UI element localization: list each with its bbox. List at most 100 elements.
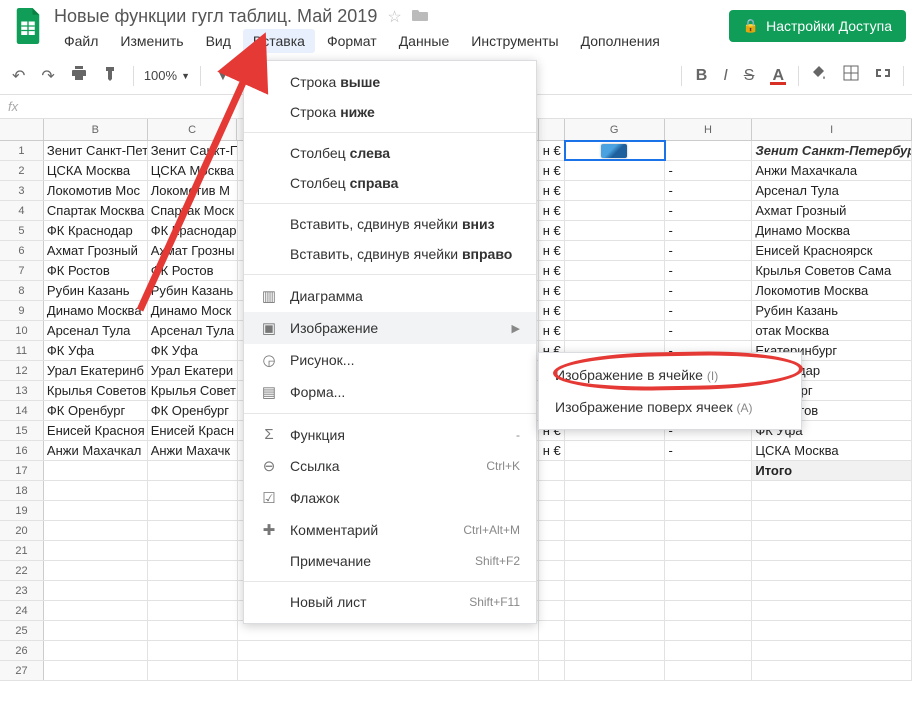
cell[interactable] <box>565 141 665 160</box>
menu-tools[interactable]: Инструменты <box>461 29 568 53</box>
cell[interactable]: Арсенал Тула <box>148 321 238 340</box>
cell[interactable]: Локомотив Москва <box>752 281 912 300</box>
cell[interactable]: Динамо Моск <box>148 301 238 320</box>
cell[interactable] <box>148 461 238 480</box>
bold-button[interactable]: B <box>692 65 712 87</box>
row-header[interactable]: 6 <box>0 241 44 260</box>
submenu-image-over-cells[interactable]: Изображение поверх ячеек (A) <box>539 391 801 423</box>
row-header[interactable]: 5 <box>0 221 44 240</box>
redo-icon[interactable]: ↷ <box>37 64 58 88</box>
cell[interactable] <box>148 501 238 520</box>
cell[interactable] <box>665 621 753 640</box>
menu-edit[interactable]: Изменить <box>110 29 193 53</box>
cell[interactable] <box>148 521 238 540</box>
menu-addons[interactable]: Дополнения <box>571 29 670 53</box>
cell[interactable] <box>44 661 148 680</box>
row-header[interactable]: 7 <box>0 261 44 280</box>
row-header[interactable]: 11 <box>0 341 44 360</box>
cell[interactable] <box>539 501 565 520</box>
cell[interactable] <box>752 561 912 580</box>
star-icon[interactable]: ☆ <box>387 7 401 27</box>
cell[interactable] <box>752 621 912 640</box>
row-header[interactable]: 3 <box>0 181 44 200</box>
cell[interactable] <box>565 481 665 500</box>
row-header[interactable]: 18 <box>0 481 44 500</box>
row-header[interactable]: 15 <box>0 421 44 440</box>
cell[interactable]: Ахмат Грозный <box>752 201 912 220</box>
cell[interactable] <box>752 521 912 540</box>
row-header[interactable]: 9 <box>0 301 44 320</box>
cell[interactable]: Анжи Махачкала <box>752 161 912 180</box>
cell[interactable]: н € <box>539 441 565 460</box>
cell[interactable]: ФК Оренбург <box>44 401 148 420</box>
row-header[interactable]: 26 <box>0 641 44 660</box>
row-header[interactable]: 23 <box>0 581 44 600</box>
fill-color-button[interactable] <box>807 63 831 88</box>
italic-button[interactable]: I <box>719 65 731 87</box>
cell[interactable]: ФК Оренбург <box>148 401 238 420</box>
menu-insert[interactable]: Вставка <box>243 29 315 53</box>
col-header[interactable]: B <box>44 119 148 140</box>
cell[interactable] <box>44 621 148 640</box>
cell[interactable] <box>665 601 753 620</box>
cell[interactable] <box>539 461 565 480</box>
menu-item-image[interactable]: ▣Изображение▶ <box>244 312 536 344</box>
cell[interactable] <box>752 501 912 520</box>
cell[interactable]: - <box>665 181 753 200</box>
row-header[interactable]: 21 <box>0 541 44 560</box>
cell[interactable]: Урал Екатеринб <box>44 361 148 380</box>
cell[interactable] <box>565 301 665 320</box>
more-icon[interactable]: ▼ <box>211 65 235 87</box>
cell[interactable]: Зенит Санкт-Пет <box>44 141 148 160</box>
cell[interactable]: Спартак Моск <box>148 201 238 220</box>
cell[interactable]: ФК Ростов <box>44 261 148 280</box>
row-header[interactable]: 13 <box>0 381 44 400</box>
cell[interactable] <box>565 161 665 180</box>
cell[interactable]: Крылья Советов <box>44 381 148 400</box>
cell[interactable] <box>44 461 148 480</box>
cell[interactable]: н € <box>539 141 565 160</box>
borders-button[interactable] <box>839 63 863 88</box>
cell[interactable] <box>148 541 238 560</box>
cell[interactable]: Енисей Красноярск <box>752 241 912 260</box>
cell[interactable] <box>565 461 665 480</box>
cell[interactable]: - <box>665 221 753 240</box>
cell[interactable] <box>565 641 665 660</box>
cell[interactable] <box>565 321 665 340</box>
cell[interactable] <box>44 501 148 520</box>
cell[interactable]: н € <box>539 161 565 180</box>
menu-view[interactable]: Вид <box>196 29 241 53</box>
menu-item-drawing[interactable]: ◶Рисунок... <box>244 344 536 376</box>
col-header[interactable]: H <box>665 119 753 140</box>
cell[interactable] <box>539 541 565 560</box>
doc-title[interactable]: Новые функции гугл таблиц. Май 2019 <box>54 6 377 27</box>
cell[interactable]: - <box>665 281 753 300</box>
submenu-image-in-cell[interactable]: Изображение в ячейке (I) <box>539 359 801 391</box>
cell[interactable] <box>665 461 753 480</box>
sheets-logo[interactable] <box>8 6 48 46</box>
cell[interactable]: н € <box>539 301 565 320</box>
cell[interactable]: Рубин Казань <box>44 281 148 300</box>
cell[interactable] <box>539 641 565 660</box>
cell[interactable] <box>148 621 238 640</box>
cell[interactable]: - <box>665 261 753 280</box>
cell[interactable] <box>44 561 148 580</box>
cell[interactable] <box>565 201 665 220</box>
cell[interactable] <box>665 481 753 500</box>
menu-item-link[interactable]: ⊖СсылкаCtrl+K <box>244 450 536 482</box>
menu-data[interactable]: Данные <box>389 29 460 53</box>
cell[interactable]: Зенит Санкт-П <box>148 141 238 160</box>
cell[interactable] <box>565 521 665 540</box>
cell[interactable] <box>44 641 148 660</box>
cell[interactable]: Анжи Махачк <box>148 441 238 460</box>
cell[interactable]: Ахмат Грозный <box>44 241 148 260</box>
cell[interactable]: Рубин Казань <box>148 281 238 300</box>
cell[interactable] <box>565 261 665 280</box>
cell[interactable] <box>752 661 912 680</box>
cell[interactable] <box>665 501 753 520</box>
cell[interactable] <box>665 521 753 540</box>
strike-button[interactable]: S <box>740 65 759 87</box>
cell[interactable] <box>148 641 238 660</box>
cell[interactable] <box>44 581 148 600</box>
cell[interactable] <box>44 601 148 620</box>
